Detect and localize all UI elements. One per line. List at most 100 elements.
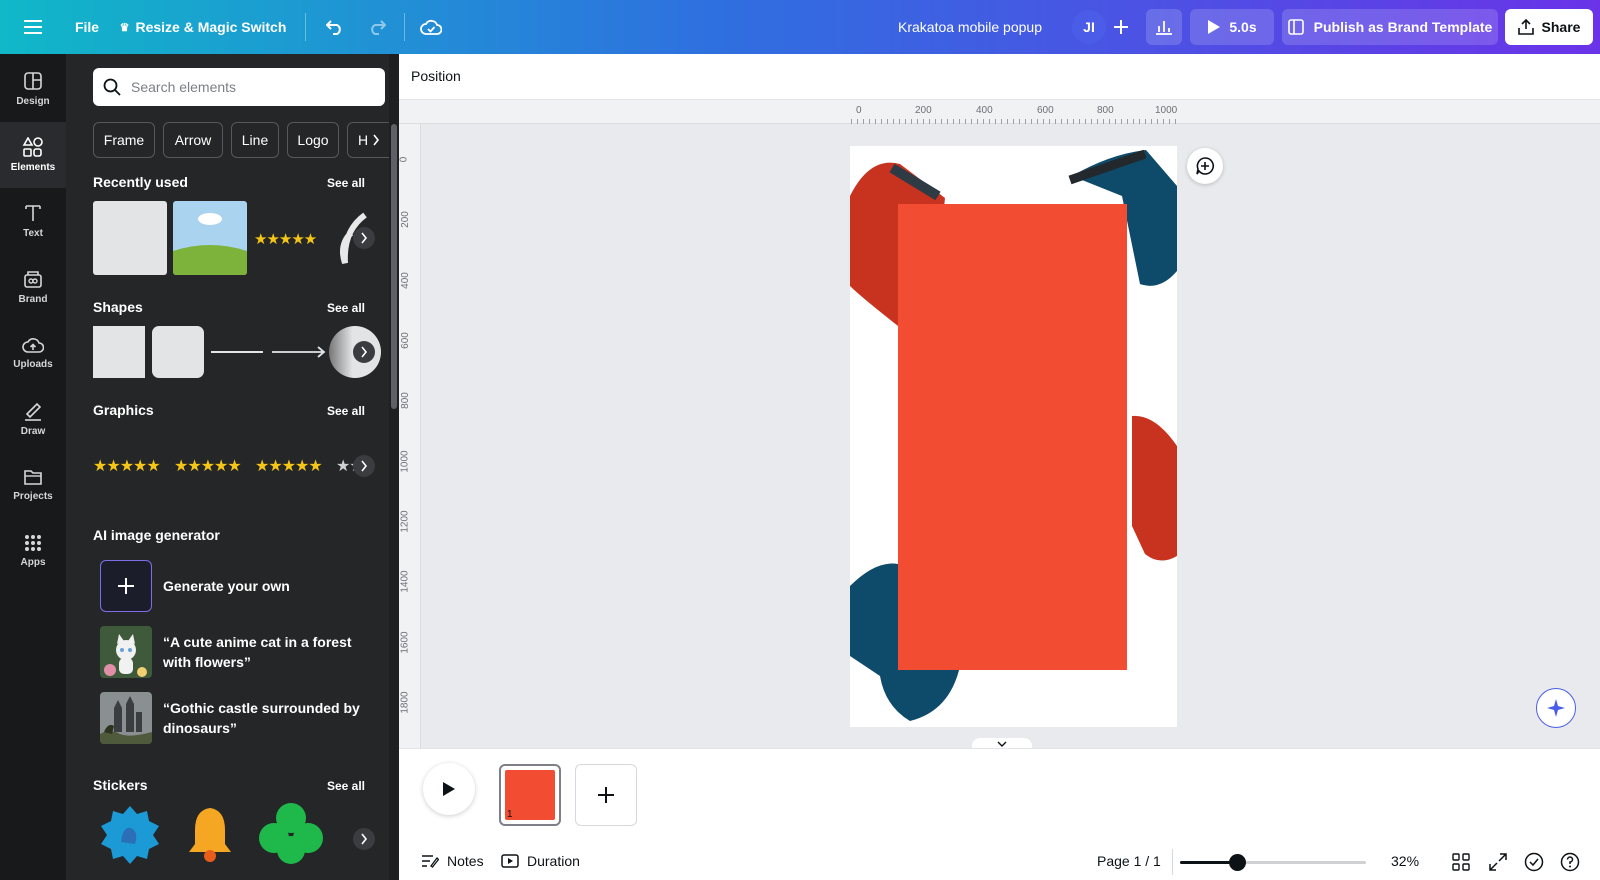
fullscreen-icon[interactable] <box>1489 853 1507 871</box>
rail-item-design[interactable]: Design <box>0 56 66 122</box>
play-animation-button[interactable] <box>423 763 475 815</box>
zoom-level[interactable]: 32% <box>1391 853 1419 869</box>
recent-scroll-right-icon[interactable] <box>353 227 375 249</box>
document-title[interactable]: Krakatoa mobile popup <box>890 9 1050 45</box>
stickers-scroll-right-icon[interactable] <box>353 828 375 850</box>
divider <box>1172 849 1173 875</box>
elements-icon <box>22 137 43 157</box>
shape-line[interactable] <box>211 351 263 353</box>
play-icon <box>443 782 455 796</box>
cloud-save-icon[interactable] <box>414 9 448 45</box>
ruler-label: 1200 <box>399 510 411 533</box>
rail-item-elements[interactable]: Elements <box>0 122 66 188</box>
help-icon[interactable] <box>1560 852 1580 872</box>
thumbnail-preview: 1 <box>505 770 555 820</box>
page-thumbnail[interactable]: 1 <box>499 764 561 826</box>
resize-button[interactable]: ♛ Resize & Magic Switch <box>118 9 288 45</box>
graphic-star-rating-2[interactable]: ★★★★★ <box>174 456 242 476</box>
recent-square-shape[interactable] <box>93 201 167 275</box>
chip-logo[interactable]: Logo <box>287 122 339 158</box>
graphic-star-rating-1[interactable]: ★★★★★ <box>93 456 161 476</box>
position-button[interactable]: Position <box>411 68 461 84</box>
shape-rounded-square[interactable] <box>152 326 204 378</box>
search-input[interactable]: Search elements <box>93 68 385 106</box>
recent-star-rating[interactable]: ★★★★★ <box>254 230 317 248</box>
magic-assistant-icon[interactable] <box>1536 688 1576 728</box>
red-rectangle-element[interactable] <box>898 204 1127 670</box>
ruler-label: 1000 <box>1155 105 1178 116</box>
analytics-icon[interactable] <box>1146 9 1182 45</box>
ai-prompt-castle[interactable]: “Gothic castle surrounded by dinosaurs” <box>100 692 363 744</box>
rail-item-uploads[interactable]: Uploads <box>0 320 66 386</box>
graphics-scroll-right-icon[interactable] <box>353 455 375 477</box>
ai-prompt-cat[interactable]: “A cute anime cat in a forest with flowe… <box>100 626 363 678</box>
notes-label: Notes <box>447 853 484 869</box>
text-icon <box>25 205 41 221</box>
share-label: Share <box>1541 19 1581 35</box>
notes-icon <box>422 855 439 868</box>
rail-item-brand[interactable]: Brand <box>0 254 66 320</box>
recently-used-see-all[interactable]: See all <box>327 176 365 190</box>
play-duration: 5.0s <box>1229 19 1257 35</box>
ai-generate-own[interactable]: Generate your own <box>100 560 363 612</box>
redo-icon[interactable] <box>360 9 394 45</box>
ai-generate-label: Generate your own <box>163 578 290 594</box>
file-menu-button[interactable]: File <box>66 9 108 45</box>
zoom-slider[interactable] <box>1180 854 1366 871</box>
graphic-star-rating-3[interactable]: ★★★★★ <box>255 456 323 476</box>
scrollbar-thumb[interactable] <box>391 124 397 409</box>
rail-label: Uploads <box>13 359 53 370</box>
rail-item-apps[interactable]: Apps <box>0 518 66 584</box>
menu-icon[interactable] <box>14 9 52 45</box>
grid-view-icon[interactable] <box>1452 853 1470 871</box>
chip-arrow[interactable]: Arrow <box>163 122 223 158</box>
uploads-icon <box>22 338 44 353</box>
notes-button[interactable]: Notes <box>421 853 484 869</box>
zoom-slider-handle[interactable] <box>1228 854 1246 871</box>
shape-arrow-line[interactable] <box>271 345 326 359</box>
ruler-label: 1400 <box>399 570 411 593</box>
check-icon[interactable] <box>1524 852 1544 872</box>
ruler-label: 200 <box>915 105 932 116</box>
add-collaborator-icon[interactable] <box>1106 9 1136 45</box>
play-presentation-button[interactable]: 5.0s <box>1190 9 1274 45</box>
add-page-button[interactable] <box>575 764 637 826</box>
vertical-ruler: 0 200 400 600 800 1000 1200 1400 1600 18… <box>398 124 421 748</box>
graphics-see-all[interactable]: See all <box>327 404 365 418</box>
duration-label: Duration <box>527 853 580 869</box>
chip-line[interactable]: Line <box>231 122 279 158</box>
shapes-scroll-right-icon[interactable] <box>353 341 375 363</box>
publish-brand-template-button[interactable]: Publish as Brand Template <box>1282 9 1498 45</box>
chip-more[interactable]: H <box>347 122 389 158</box>
ruler-ticks <box>851 100 1181 124</box>
shapes-see-all[interactable]: See all <box>327 301 365 315</box>
projects-icon <box>24 470 42 485</box>
panel-scrollbar[interactable] <box>389 54 399 880</box>
divider <box>305 13 306 41</box>
chevron-right-icon <box>373 134 380 146</box>
rail-item-draw[interactable]: Draw <box>0 386 66 452</box>
rail-item-projects[interactable]: Projects <box>0 452 66 518</box>
chip-frame[interactable]: Frame <box>93 122 155 158</box>
rail-label: Apps <box>20 557 46 568</box>
anime-cat-thumbnail <box>100 626 152 678</box>
recent-landscape-graphic[interactable] <box>173 201 247 275</box>
share-button[interactable]: Share <box>1505 9 1593 45</box>
ruler-label: 400 <box>399 272 411 289</box>
undo-icon[interactable] <box>318 9 352 45</box>
add-comment-icon[interactable] <box>1187 148 1223 184</box>
design-page[interactable] <box>850 146 1177 727</box>
shape-square[interactable] <box>93 326 145 378</box>
chevron-down-icon <box>997 741 1007 747</box>
gothic-castle-thumbnail <box>100 692 152 744</box>
stickers-see-all[interactable]: See all <box>327 779 365 793</box>
avatar[interactable]: JI <box>1072 10 1106 44</box>
duration-button[interactable]: Duration <box>501 853 580 869</box>
rail-item-text[interactable]: Text <box>0 188 66 254</box>
page-indicator[interactable]: Page 1 / 1 <box>1097 853 1161 869</box>
sticker-clover[interactable] <box>253 802 329 866</box>
ruler-label: 1800 <box>399 691 411 714</box>
sticker-bell[interactable] <box>183 804 237 864</box>
ai-prompt-castle-label: “Gothic castle surrounded by dinosaurs” <box>163 700 360 736</box>
sticker-blue-badge[interactable] <box>101 806 159 864</box>
